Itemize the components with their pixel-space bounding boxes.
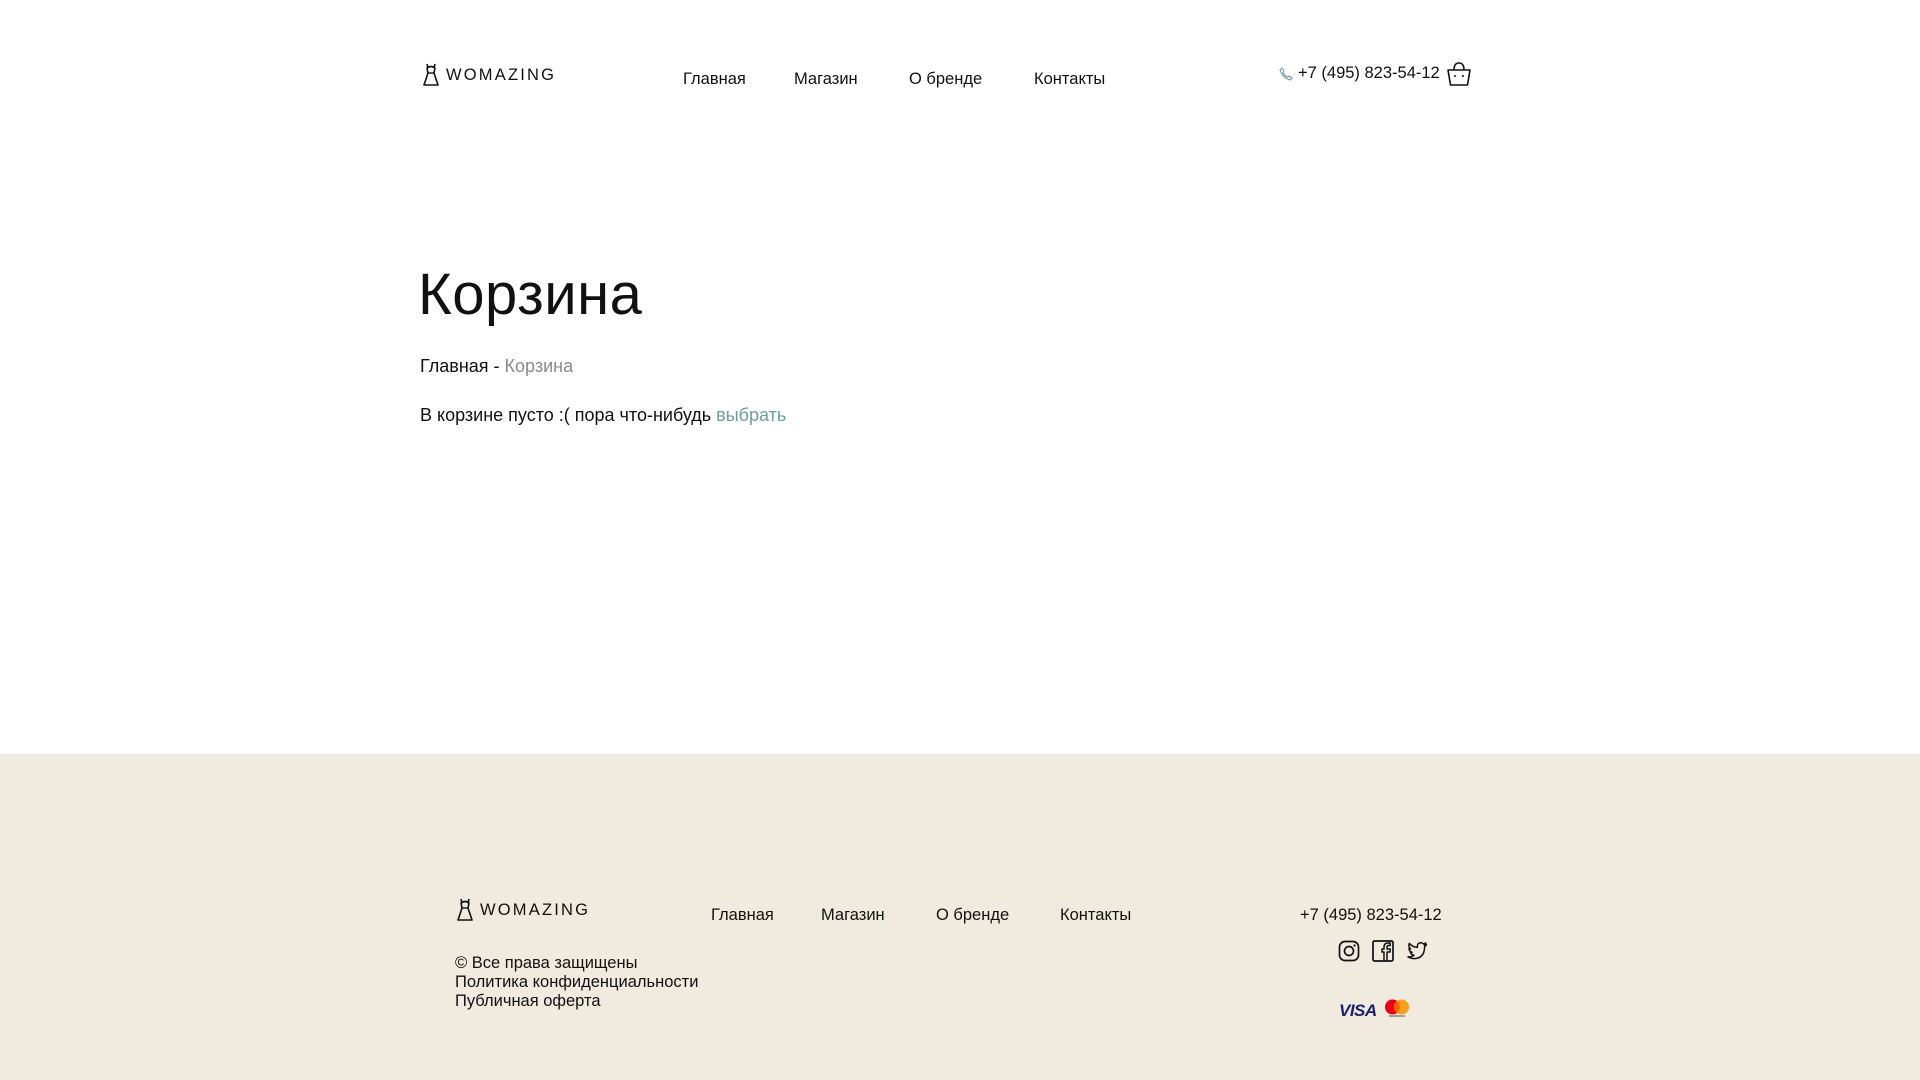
nav-home[interactable]: Главная [683, 70, 794, 89]
social-links [1338, 940, 1428, 962]
header-nav: Главная Магазин О бренде Контакты [683, 70, 1105, 89]
footer-nav: Главная Магазин О бренде Контакты [711, 906, 1131, 925]
privacy-policy-link[interactable]: Политика конфиденциальности [455, 973, 698, 992]
instagram-icon[interactable] [1338, 940, 1360, 962]
footer-nav-shop[interactable]: Магазин [821, 906, 936, 925]
footer-nav-home[interactable]: Главная [711, 906, 821, 925]
footer-logo-text: WOMAZING [480, 900, 591, 919]
site-header: WOMAZING Главная Магазин О бренде Контак… [0, 0, 1920, 160]
header-contact: +7 (495) 823-54-12 [1278, 62, 1471, 86]
breadcrumb-home[interactable]: Главная [420, 356, 489, 376]
breadcrumb-current: Корзина [504, 356, 574, 376]
footer-nav-about[interactable]: О бренде [936, 906, 1060, 925]
nav-contacts[interactable]: Контакты [1034, 70, 1105, 89]
footer-phone[interactable]: +7 (495) 823-54-12 [1300, 906, 1442, 925]
mastercard-icon [1383, 998, 1411, 1023]
footer-legal: © Все права защищены Политика конфиденци… [455, 954, 698, 1011]
facebook-icon[interactable] [1372, 940, 1394, 962]
logo-text: WOMAZING [446, 65, 557, 84]
footer-nav-contacts[interactable]: Контакты [1060, 906, 1131, 925]
public-offer-link[interactable]: Публичная оферта [455, 992, 698, 1011]
header-phone[interactable]: +7 (495) 823-54-12 [1298, 64, 1440, 83]
payment-methods: VISA [1339, 998, 1411, 1023]
twitter-icon[interactable] [1406, 940, 1428, 962]
empty-cart-text: В корзине пусто :( пора что-нибудь [420, 405, 712, 425]
nav-shop[interactable]: Магазин [794, 70, 909, 89]
page-title: Корзина [418, 262, 643, 327]
choose-link[interactable]: выбрать [716, 405, 786, 425]
copyright-text: © Все права защищены [455, 954, 638, 972]
visa-logo: VISA [1339, 1000, 1377, 1020]
footer-logo[interactable]: WOMAZING [455, 897, 590, 923]
header-logo[interactable]: WOMAZING [421, 62, 556, 88]
site-footer: WOMAZING Главная Магазин О бренде Контак… [0, 754, 1920, 1080]
nav-about[interactable]: О бренде [909, 70, 1034, 89]
empty-cart-message: В корзине пусто :( пора что-нибудь выбра… [420, 405, 786, 426]
dress-logo-icon [455, 897, 475, 923]
breadcrumb-separator: - [493, 356, 500, 376]
dress-logo-icon [421, 62, 441, 88]
breadcrumb: Главная - Корзина [420, 356, 573, 377]
cart-icon[interactable] [1446, 61, 1472, 87]
phone-icon [1278, 66, 1294, 82]
